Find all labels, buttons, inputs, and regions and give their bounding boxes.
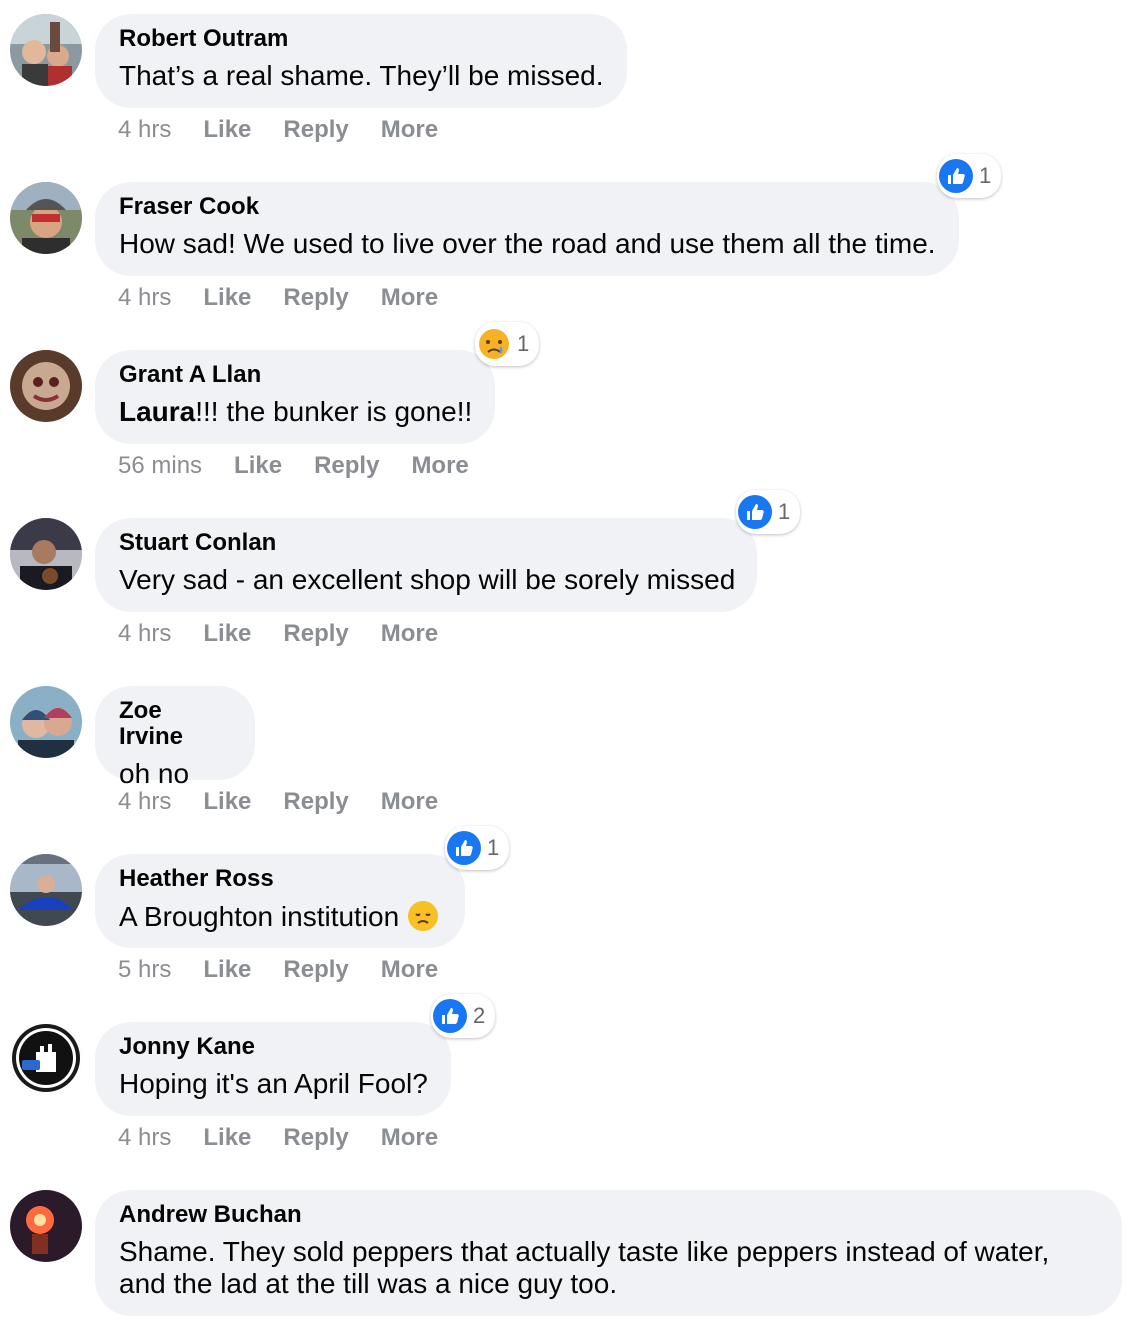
comment-timestamp[interactable]: 4 hrs xyxy=(118,788,171,816)
more-button[interactable]: More xyxy=(381,284,438,312)
reply-button[interactable]: Reply xyxy=(314,452,379,480)
comment-bubble: Robert Outram That’s a real shame. They’… xyxy=(95,14,627,108)
avatar[interactable] xyxy=(10,14,82,86)
like-button[interactable]: Like xyxy=(203,1124,251,1152)
more-button[interactable]: More xyxy=(381,956,438,984)
comment-bubble: Jonny Kane Hoping it's an April Fool? 2 xyxy=(95,994,496,1116)
comment-author[interactable]: Andrew Buchan xyxy=(119,1202,1098,1228)
comment-item: Stuart Conlan Very sad - an excellent sh… xyxy=(0,490,1132,672)
reply-button[interactable]: Reply xyxy=(283,620,348,648)
avatar[interactable] xyxy=(10,854,82,926)
comment-text: Very sad - an excellent shop will be sor… xyxy=(119,564,736,595)
reply-button[interactable]: Reply xyxy=(283,116,348,144)
avatar[interactable] xyxy=(10,1022,82,1094)
reaction-summary[interactable]: 1 xyxy=(937,154,1002,198)
comment-actions: 4 hrs Like Reply More xyxy=(118,284,438,312)
avatar[interactable] xyxy=(10,350,82,422)
avatar[interactable] xyxy=(10,518,82,590)
reaction-count: 1 xyxy=(487,835,500,860)
more-button[interactable]: More xyxy=(381,620,438,648)
comment-text-body: A Broughton institution xyxy=(119,901,400,932)
like-icon xyxy=(939,159,973,193)
like-button[interactable]: Like xyxy=(203,116,251,144)
comment-actions: 56 mins Like Reply More xyxy=(118,452,469,480)
like-button[interactable]: Like xyxy=(203,788,251,816)
more-button[interactable]: More xyxy=(381,1124,438,1152)
comment-timestamp[interactable]: 4 hrs xyxy=(118,620,171,648)
reply-button[interactable]: Reply xyxy=(283,1124,348,1152)
comment-text: How sad! We used to live over the road a… xyxy=(119,228,936,259)
comment-author[interactable]: Grant A Llan xyxy=(119,362,471,388)
reaction-summary[interactable]: 2 xyxy=(431,994,496,1038)
comment-actions: 4 hrs Like Reply More xyxy=(118,116,438,144)
reply-button[interactable]: Reply xyxy=(283,956,348,984)
disappointed-face-icon xyxy=(408,901,439,931)
more-button[interactable]: More xyxy=(381,788,438,816)
reaction-count: 2 xyxy=(473,1003,486,1028)
comment-text: Hoping it's an April Fool? xyxy=(119,1068,428,1099)
comment-actions: 4 hrs Like Reply More xyxy=(118,788,438,816)
comment-bubble: Zoe Irvine oh no xyxy=(95,686,255,789)
comment-author[interactable]: Robert Outram xyxy=(119,26,603,52)
comment-bubble: Grant A Llan Laura!!! the bunker is gone… xyxy=(95,322,540,444)
reaction-count: 1 xyxy=(979,163,992,188)
comment-author[interactable]: Zoe Irvine xyxy=(119,698,231,750)
mention-link[interactable]: Laura xyxy=(119,396,195,427)
avatar[interactable] xyxy=(10,686,82,758)
comment-author[interactable]: Stuart Conlan xyxy=(119,530,733,556)
like-button[interactable]: Like xyxy=(203,620,251,648)
comment-author[interactable]: Jonny Kane xyxy=(119,1034,427,1060)
comment-item: Robert Outram That’s a real shame. They’… xyxy=(0,0,1132,168)
comment-item: Fraser Cook How sad! We used to live ove… xyxy=(0,154,1132,336)
comment-item: Grant A Llan Laura!!! the bunker is gone… xyxy=(0,322,1132,504)
reaction-summary[interactable]: 1 xyxy=(445,826,510,870)
comment-timestamp[interactable]: 56 mins xyxy=(118,452,202,480)
like-button[interactable]: Like xyxy=(203,956,251,984)
comment-bubble: Fraser Cook How sad! We used to live ove… xyxy=(95,154,1002,276)
comment-item: Andrew Buchan Shame. They sold peppers t… xyxy=(0,1176,1132,1320)
reply-button[interactable]: Reply xyxy=(283,788,348,816)
reaction-count: 1 xyxy=(517,331,530,356)
like-button[interactable]: Like xyxy=(203,284,251,312)
comment-text: A Broughton institution xyxy=(119,900,441,933)
more-button[interactable]: More xyxy=(381,116,438,144)
reaction-count: 1 xyxy=(778,499,791,524)
comment-author[interactable]: Fraser Cook xyxy=(119,194,935,220)
reply-button[interactable]: Reply xyxy=(283,284,348,312)
comment-item: Zoe Irvine oh no 4 hrs Like Reply More xyxy=(0,672,1132,840)
comment-text: That’s a real shame. They’ll be missed. xyxy=(119,60,604,91)
sad-crying-icon xyxy=(477,327,511,361)
comment-text-body: !!! the bunker is gone!! xyxy=(195,396,473,427)
comment-actions: 5 hrs Like Reply More xyxy=(118,956,438,984)
avatar[interactable] xyxy=(10,182,82,254)
comment-timestamp[interactable]: 5 hrs xyxy=(118,956,171,984)
more-button[interactable]: More xyxy=(411,452,468,480)
comment-timestamp[interactable]: 4 hrs xyxy=(118,284,171,312)
comment-bubble: Andrew Buchan Shame. They sold peppers t… xyxy=(95,1190,1122,1316)
like-icon xyxy=(447,831,481,865)
comment-timestamp[interactable]: 4 hrs xyxy=(118,116,171,144)
like-icon xyxy=(433,999,467,1033)
reaction-summary[interactable]: 1 xyxy=(475,322,540,366)
comment-bubble: Heather Ross A Broughton institution 1 xyxy=(95,826,510,948)
comment-actions: 4 hrs Like Reply More xyxy=(118,1124,438,1152)
avatar[interactable] xyxy=(10,1190,82,1262)
comment-text: oh no xyxy=(119,758,190,789)
comment-text: Laura!!! the bunker is gone!! xyxy=(119,396,473,428)
comment-bubble: Stuart Conlan Very sad - an excellent sh… xyxy=(95,490,801,612)
reaction-summary[interactable]: 1 xyxy=(736,490,801,534)
comment-timestamp[interactable]: 4 hrs xyxy=(118,1124,171,1152)
comment-item: Jonny Kane Hoping it's an April Fool? 2 … xyxy=(0,994,1132,1176)
comment-actions: 4 hrs Like Reply More xyxy=(118,620,438,648)
comment-author[interactable]: Heather Ross xyxy=(119,866,441,892)
comment-text: Shame. They sold peppers that actually t… xyxy=(119,1236,1050,1299)
like-button[interactable]: Like xyxy=(234,452,282,480)
like-icon xyxy=(738,495,772,529)
comment-item: Heather Ross A Broughton institution 1 5… xyxy=(0,826,1132,1008)
